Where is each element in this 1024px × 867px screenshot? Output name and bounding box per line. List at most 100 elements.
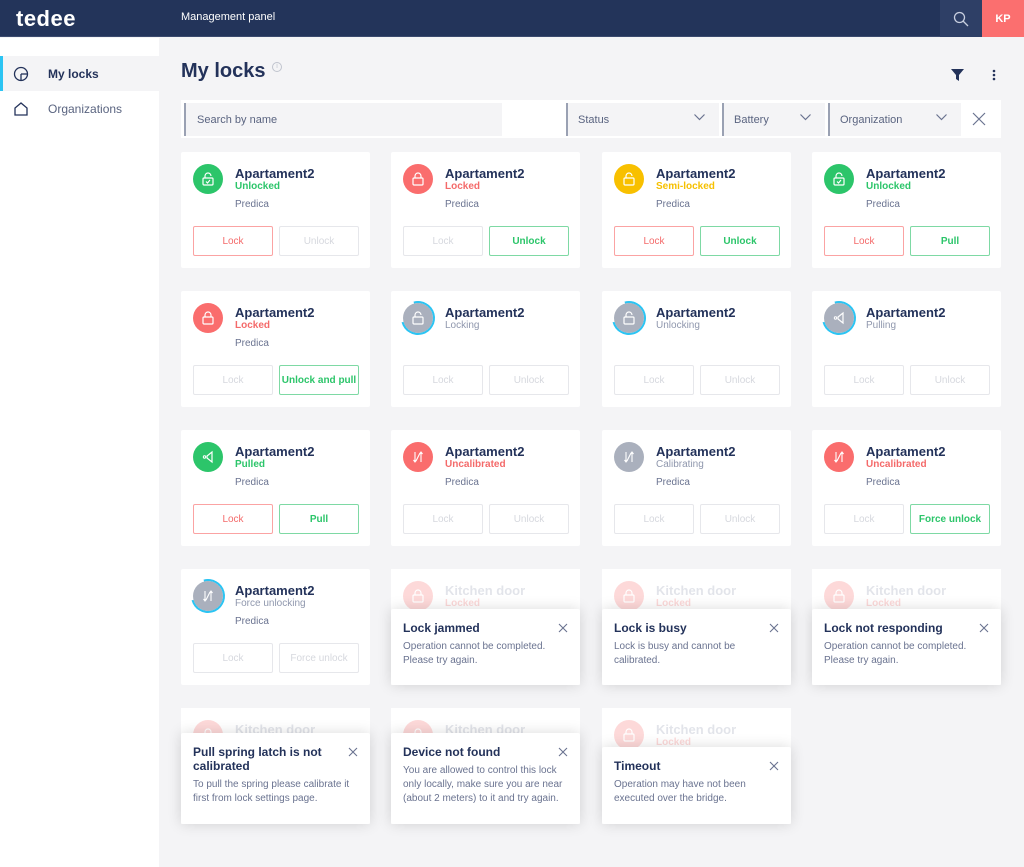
battery-select[interactable]: Battery: [722, 103, 825, 136]
secondary-action-button[interactable]: Unlock: [700, 504, 780, 534]
lock-button[interactable]: Lock: [824, 365, 904, 395]
close-icon[interactable]: [558, 623, 568, 633]
lock-card[interactable]: Apartament2 Locking Lock Unlock: [391, 291, 580, 407]
lock-name: Apartament2: [445, 305, 525, 320]
toast-title: Device not found: [403, 745, 501, 759]
lock-status-badge: [614, 581, 644, 611]
info-icon[interactable]: i: [272, 62, 282, 72]
lock-card[interactable]: Apartament2 Uncalibrated Predica Lock Un…: [391, 430, 580, 546]
lock-button[interactable]: Lock: [614, 504, 694, 534]
lock-organization: Predica: [235, 477, 269, 488]
tedee-logo[interactable]: tedee: [16, 6, 76, 32]
lock-button[interactable]: Lock: [403, 504, 483, 534]
close-icon[interactable]: [979, 623, 989, 633]
secondary-action-button[interactable]: Pull: [279, 504, 359, 534]
toast-message: To pull the spring please calibrate it f…: [193, 779, 350, 804]
lock-name: Apartament2: [656, 444, 736, 459]
lock-status-badge: [605, 294, 653, 342]
search-input[interactable]: Search by name: [184, 103, 502, 136]
secondary-action-button[interactable]: Unlock: [489, 226, 569, 256]
sidebar-item-label: Organizations: [48, 101, 123, 116]
lock-status-badge: [403, 442, 433, 472]
lock-organization: Predica: [235, 338, 269, 349]
lock-card[interactable]: Apartament2 Force unlocking Predica Lock…: [181, 569, 370, 685]
more-vertical-icon[interactable]: [990, 69, 998, 81]
secondary-action-button[interactable]: Force unlock: [910, 504, 990, 534]
unlocked-icon: [832, 172, 846, 186]
secondary-action-button[interactable]: Unlock: [700, 365, 780, 395]
close-icon[interactable]: [558, 747, 568, 757]
close-icon[interactable]: [348, 747, 358, 757]
sidebar-item-my-locks[interactable]: My locks: [0, 56, 159, 91]
lock-card[interactable]: Apartament2 Unlocked Predica Lock Pull: [812, 152, 1001, 268]
lock-button[interactable]: Lock: [193, 365, 273, 395]
lock-status: Locked: [445, 598, 481, 609]
home-icon: [14, 102, 28, 116]
lock-card[interactable]: Apartament2 Locked Predica Lock Unlock a…: [181, 291, 370, 407]
lock-card[interactable]: Apartament2 Unlocking Lock Unlock: [602, 291, 791, 407]
sidebar-item-organizations[interactable]: Organizations: [0, 91, 159, 126]
error-toast: Timeout Operation may have not been exec…: [602, 747, 791, 824]
lock-status-badge: [824, 442, 854, 472]
lock-card-error: Kitchen door Locked Device not found You…: [391, 708, 580, 824]
secondary-action-button[interactable]: Unlock: [910, 365, 990, 395]
chevron-down-icon: [800, 114, 811, 121]
lock-status-badge: [193, 442, 223, 472]
lock-card[interactable]: Apartament2 Locked Predica Lock Unlock: [391, 152, 580, 268]
toast-message: Operation may have not been executed ove…: [614, 779, 746, 804]
secondary-action-button[interactable]: Pull: [910, 226, 990, 256]
close-icon[interactable]: [769, 761, 779, 771]
lock-name: Apartament2: [866, 444, 946, 459]
lock-card[interactable]: Apartament2 Unlocked Predica Lock Unlock: [181, 152, 370, 268]
lock-card-error: Kitchen door Locked Timeout Operation ma…: [602, 708, 791, 824]
locked-icon: [201, 311, 215, 325]
lock-card[interactable]: Apartament2 Calibrating Predica Lock Unl…: [602, 430, 791, 546]
lock-card[interactable]: Apartament2 Pulling Lock Unlock: [812, 291, 1001, 407]
panel-title: Management panel: [181, 11, 276, 23]
lock-button[interactable]: Lock: [193, 504, 273, 534]
secondary-action-button[interactable]: Unlock and pull: [279, 365, 359, 395]
lock-button[interactable]: Lock: [614, 226, 694, 256]
lock-status-badge: [815, 294, 863, 342]
lock-button[interactable]: Lock: [193, 226, 273, 256]
lock-organization: Predica: [866, 477, 900, 488]
secondary-action-button[interactable]: Unlock: [700, 226, 780, 256]
toast-title: Pull spring latch is not calibrated: [193, 745, 322, 773]
locked-icon: [411, 172, 425, 186]
error-toast: Lock is busy Lock is busy and cannot be …: [602, 609, 791, 685]
lock-card[interactable]: Apartament2 Uncalibrated Predica Lock Fo…: [812, 430, 1001, 546]
battery-select-label: Battery: [734, 114, 769, 126]
lock-status: Locking: [445, 320, 480, 331]
lock-button[interactable]: Lock: [403, 365, 483, 395]
user-avatar[interactable]: KP: [982, 0, 1024, 37]
lock-card[interactable]: Apartament2 Pulled Predica Lock Pull: [181, 430, 370, 546]
status-select[interactable]: Status: [566, 103, 719, 136]
secondary-action-button[interactable]: Unlock: [279, 226, 359, 256]
lock-name: Apartament2: [656, 305, 736, 320]
lock-status: Locked: [445, 181, 481, 192]
lock-button[interactable]: Lock: [614, 365, 694, 395]
secondary-action-button[interactable]: Unlock: [489, 365, 569, 395]
secondary-action-button[interactable]: Force unlock: [279, 643, 359, 673]
lock-button[interactable]: Lock: [824, 226, 904, 256]
lock-status-badge: [193, 303, 223, 333]
progress-ring: [815, 294, 863, 342]
toast-title: Lock is busy: [614, 621, 687, 635]
clear-filters-icon[interactable]: [972, 112, 986, 126]
progress-ring: [184, 572, 232, 620]
lock-status-badge: [184, 572, 232, 620]
lock-button[interactable]: Lock: [824, 504, 904, 534]
organization-select[interactable]: Organization: [828, 103, 961, 136]
lock-name: Apartament2: [866, 305, 946, 320]
secondary-action-button[interactable]: Unlock: [489, 504, 569, 534]
lock-card[interactable]: Apartament2 Semi-locked Predica Lock Unl…: [602, 152, 791, 268]
filter-icon[interactable]: [951, 69, 964, 81]
close-icon[interactable]: [769, 623, 779, 633]
search-button[interactable]: [940, 0, 982, 37]
lock-button[interactable]: Lock: [193, 643, 273, 673]
lock-dial-icon: [13, 66, 29, 82]
lock-button[interactable]: Lock: [403, 226, 483, 256]
lock-organization: Predica: [656, 199, 690, 210]
sidebar-item-label: My locks: [48, 66, 99, 81]
lock-card-error: Kitchen door Locked Lock jammed Operatio…: [391, 569, 580, 685]
